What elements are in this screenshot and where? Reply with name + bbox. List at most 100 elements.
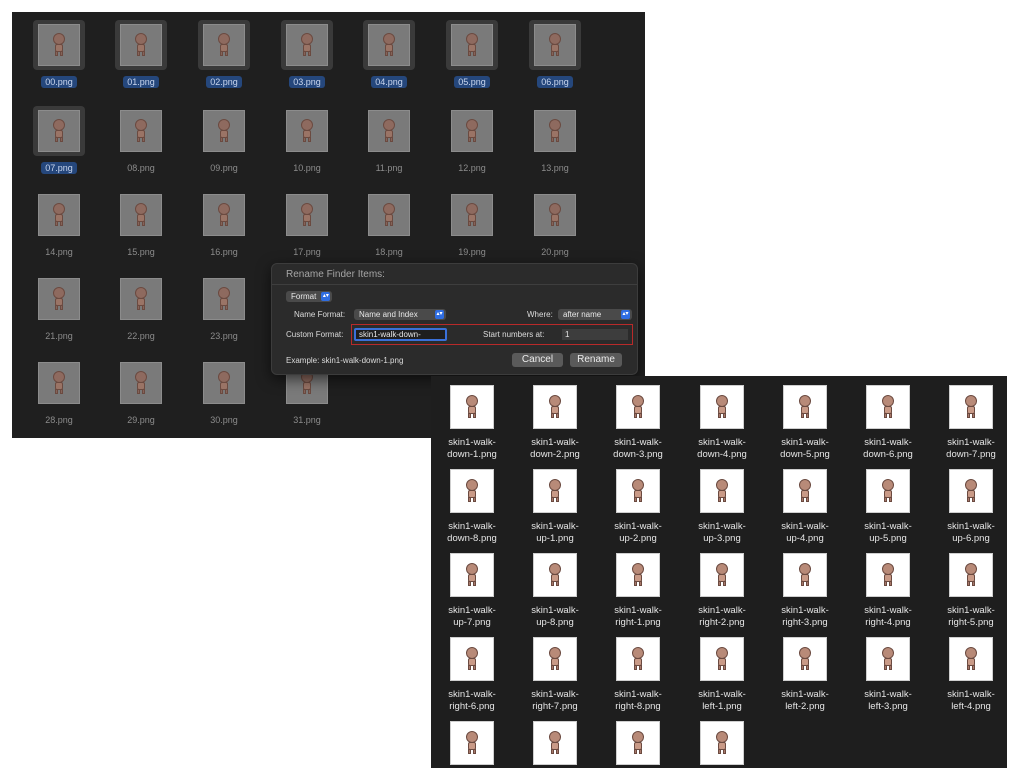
file-item[interactable]: 17.png: [266, 188, 348, 268]
file-name: 22.png: [127, 331, 155, 341]
file-thumbnail-frame: [281, 190, 333, 240]
file-item[interactable]: [514, 712, 596, 768]
where-popup[interactable]: after name ▴▾: [558, 309, 632, 320]
file-item[interactable]: skin1-walk-right-8.png: [597, 628, 679, 712]
cancel-button[interactable]: Cancel: [512, 353, 563, 367]
file-item[interactable]: 23.png: [183, 272, 265, 352]
file-name: 17.png: [293, 247, 321, 257]
character-sprite: [464, 203, 480, 227]
file-thumbnail-frame: [446, 20, 498, 70]
file-name: 07.png: [18, 162, 100, 174]
file-thumbnail-frame: [529, 106, 581, 156]
file-item[interactable]: skin1-walk-right-7.png: [514, 628, 596, 712]
file-item[interactable]: skin1-walk-right-3.png: [764, 544, 846, 628]
file-item[interactable]: skin1-walk-up-2.png: [597, 460, 679, 544]
file-item[interactable]: skin1-walk-up-5.png: [847, 460, 929, 544]
file-item[interactable]: [681, 712, 763, 768]
character-sprite: [547, 647, 563, 671]
file-name: 10.png: [293, 163, 321, 173]
file-name-line1: skin1-walk-: [781, 437, 829, 448]
file-name: skin1-walk-up-7.png: [431, 605, 513, 629]
file-item[interactable]: 15.png: [100, 188, 182, 268]
file-name: skin1-walk-up-1.png: [514, 521, 596, 545]
file-name: 23.png: [210, 331, 238, 341]
file-item[interactable]: skin1-walk-up-1.png: [514, 460, 596, 544]
file-item[interactable]: 30.png: [183, 356, 265, 436]
character-sprite: [464, 33, 480, 57]
file-item[interactable]: skin1-walk-down-4.png: [681, 376, 763, 460]
file-item[interactable]: skin1-walk-up-4.png: [764, 460, 846, 544]
file-item[interactable]: skin1-walk-right-4.png: [847, 544, 929, 628]
file-item[interactable]: 13.png: [514, 104, 596, 184]
file-item[interactable]: 20.png: [514, 188, 596, 268]
character-sprite: [464, 563, 480, 587]
file-item[interactable]: 21.png: [18, 272, 100, 352]
start-numbers-label: Start numbers at:: [483, 330, 545, 339]
file-item[interactable]: skin1-walk-right-5.png: [930, 544, 1007, 628]
file-item[interactable]: 11.png: [348, 104, 430, 184]
file-item[interactable]: 06.png: [514, 18, 596, 98]
file-name: 18.png: [375, 247, 403, 257]
file-thumbnail: [616, 385, 660, 429]
file-item[interactable]: skin1-walk-up-8.png: [514, 544, 596, 628]
file-item[interactable]: skin1-walk-up-3.png: [681, 460, 763, 544]
file-item[interactable]: 22.png: [100, 272, 182, 352]
file-item[interactable]: skin1-walk-right-1.png: [597, 544, 679, 628]
file-name: 16.png: [210, 247, 238, 257]
file-item[interactable]: skin1-walk-left-4.png: [930, 628, 1007, 712]
file-thumbnail-frame: [33, 274, 85, 324]
file-item[interactable]: 01.png: [100, 18, 182, 98]
file-thumbnail: [451, 110, 493, 152]
file-item[interactable]: 16.png: [183, 188, 265, 268]
file-item[interactable]: 07.png: [18, 104, 100, 184]
file-item[interactable]: skin1-walk-up-6.png: [930, 460, 1007, 544]
file-item[interactable]: 12.png: [431, 104, 513, 184]
name-format-popup[interactable]: Name and Index ▴▾: [354, 309, 446, 320]
mode-popup[interactable]: Format ▴▾: [286, 291, 333, 302]
file-item[interactable]: skin1-walk-down-7.png: [930, 376, 1007, 460]
file-item[interactable]: 19.png: [431, 188, 513, 268]
file-item[interactable]: 05.png: [431, 18, 513, 98]
file-item[interactable]: 14.png: [18, 188, 100, 268]
file-item[interactable]: 09.png: [183, 104, 265, 184]
character-sprite: [216, 371, 232, 395]
file-item[interactable]: 00.png: [18, 18, 100, 98]
file-item[interactable]: 29.png: [100, 356, 182, 436]
start-numbers-input[interactable]: [562, 329, 628, 340]
file-thumbnail-frame: [33, 358, 85, 408]
character-sprite: [464, 479, 480, 503]
file-item[interactable]: 18.png: [348, 188, 430, 268]
file-item[interactable]: 28.png: [18, 356, 100, 436]
file-item[interactable]: skin1-walk-down-8.png: [431, 460, 513, 544]
file-item[interactable]: skin1-walk-left-3.png: [847, 628, 929, 712]
file-item[interactable]: 10.png: [266, 104, 348, 184]
file-item[interactable]: 03.png: [266, 18, 348, 98]
file-item[interactable]: skin1-walk-down-5.png: [764, 376, 846, 460]
where-value: after name: [563, 310, 602, 319]
character-sprite: [381, 33, 397, 57]
file-item[interactable]: skin1-walk-down-6.png: [847, 376, 929, 460]
file-name-line1: skin1-walk-: [448, 437, 496, 448]
file-item[interactable]: 02.png: [183, 18, 265, 98]
file-item[interactable]: [597, 712, 679, 768]
file-item[interactable]: skin1-walk-down-3.png: [597, 376, 679, 460]
file-name: 01.png: [100, 76, 182, 88]
file-item[interactable]: skin1-walk-right-6.png: [431, 628, 513, 712]
file-item[interactable]: skin1-walk-left-1.png: [681, 628, 763, 712]
custom-format-input[interactable]: [354, 328, 447, 341]
file-thumbnail: [38, 194, 80, 236]
file-item[interactable]: [431, 712, 513, 768]
file-thumbnail: [120, 362, 162, 404]
file-item[interactable]: skin1-walk-down-1.png: [431, 376, 513, 460]
file-item[interactable]: 04.png: [348, 18, 430, 98]
file-name: skin1-walk-right-5.png: [930, 605, 1007, 629]
file-item[interactable]: 08.png: [100, 104, 182, 184]
file-item[interactable]: skin1-walk-left-2.png: [764, 628, 846, 712]
file-item[interactable]: skin1-walk-up-7.png: [431, 544, 513, 628]
file-name: skin1-walk-up-2.png: [597, 521, 679, 545]
file-name: 29.png: [127, 415, 155, 425]
file-item[interactable]: skin1-walk-right-2.png: [681, 544, 763, 628]
rename-button[interactable]: Rename: [570, 353, 622, 367]
file-item[interactable]: skin1-walk-down-2.png: [514, 376, 596, 460]
file-name: skin1-walk-up-6.png: [930, 521, 1007, 545]
